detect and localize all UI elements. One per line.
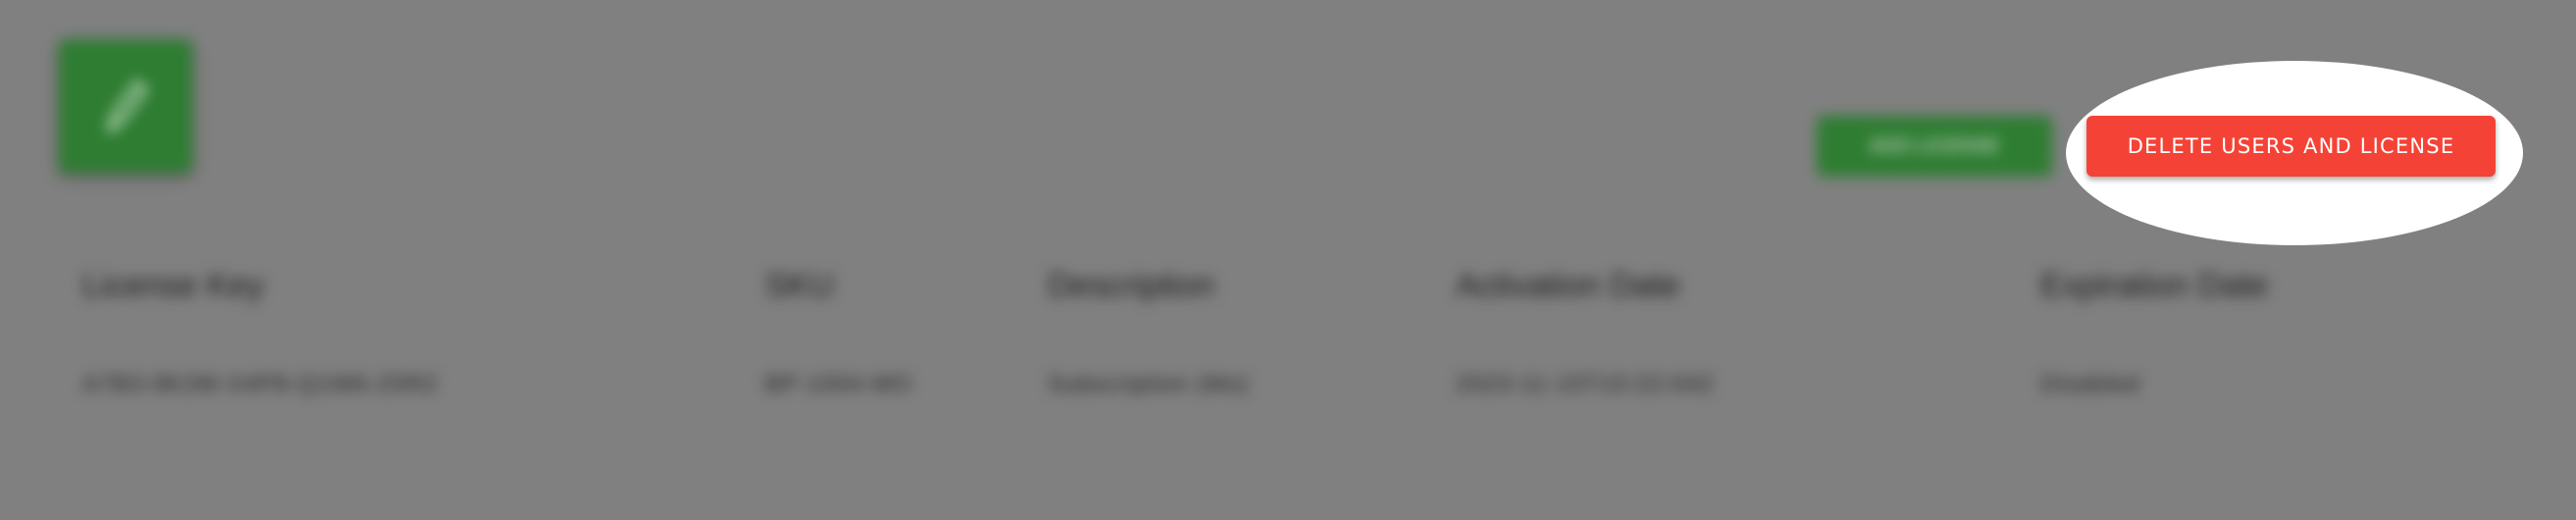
table-header: License Key SKU Description Activation D…: [0, 267, 2576, 316]
cell-description: Subscription (Mo): [1048, 371, 1250, 397]
app-logo: [59, 39, 192, 173]
cell-activation-date: 2023-11-15T10:22:04Z: [1456, 371, 1715, 397]
column-header-expiration-date: Expiration Date: [2040, 267, 2269, 304]
cell-sku: BP-1004-MO: [765, 371, 913, 397]
column-header-license-key: License Key: [82, 267, 265, 304]
column-header-sku: SKU: [765, 267, 834, 304]
column-header-activation-date: Activation Date: [1456, 267, 1680, 304]
tour-overlay: ADD LICENSE License Key SKU Description …: [0, 0, 2576, 520]
edit-pencil-icon: [106, 78, 148, 134]
table-row: A7B3-9K2M-X4P8-Q1W6-Z5R2 BP-1004-MO Subs…: [0, 371, 2576, 410]
delete-users-and-license-button[interactable]: DELETE USERS AND LICENSE: [2087, 116, 2496, 177]
cell-license-key: A7B3-9K2M-X4P8-Q1W6-Z5R2: [82, 371, 438, 397]
column-header-description: Description: [1048, 267, 1215, 304]
cell-expiration-date: Disabled: [2040, 371, 2140, 397]
add-license-button: ADD LICENSE: [1817, 116, 2052, 177]
